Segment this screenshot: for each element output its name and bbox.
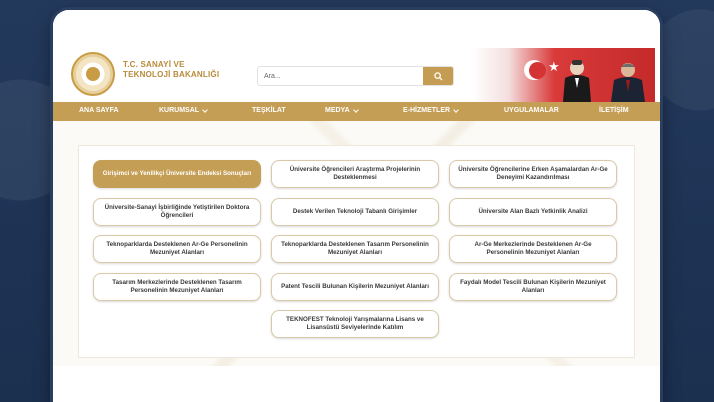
nav-item-teskilat[interactable]: TEŞKİLAT [252, 107, 286, 114]
nav-item-label: UYGULAMALAR [504, 107, 559, 114]
star-icon: ★ [548, 59, 560, 74]
report-card-arge-merkezleri[interactable]: Ar-Ge Merkezlerinde Desteklenen Ar-Ge Pe… [449, 235, 617, 263]
report-card-patent-tescili[interactable]: Patent Tescili Bulunan Kişilerin Mezuniy… [271, 273, 439, 301]
report-card-teknofest[interactable]: TEKNOFEST Teknoloji Yarışmalarına Lisans… [271, 310, 439, 338]
report-card-arastirma-projeleri[interactable]: Üniversite Öğrencileri Araştırma Projele… [271, 160, 439, 188]
report-card-teknoloji-girisimleri[interactable]: Destek Verilen Teknoloji Tabanlı Girişim… [271, 198, 439, 226]
nav-item-medya[interactable]: MEDYA [325, 106, 359, 114]
page: T.C. SANAYİ VE TEKNOLOJİ BAKANLIĞI ★ [53, 10, 660, 402]
report-card-tasarim-merkezleri[interactable]: Tasarım Merkezlerinde Desteklenen Tasarı… [93, 273, 261, 301]
report-card-faydali-model[interactable]: Faydalı Model Tescili Bulunan Kişilerin … [449, 273, 617, 301]
main-nav: ANA SAYFA KURUMSAL TEŞKİLAT MEDYA E-HİZM… [53, 102, 660, 121]
nav-item-label: İLETİŞİM [599, 107, 629, 114]
search-icon [433, 71, 443, 81]
report-card-erken-asama-arge[interactable]: Üniversite Öğrencilerine Erken Aşamalard… [449, 160, 617, 188]
nav-item-label: KURUMSAL [159, 107, 200, 114]
nav-item-label: E-HİZMETLER [403, 107, 451, 114]
search-input[interactable] [258, 67, 423, 85]
brand-line-1: T.C. SANAYİ VE [123, 60, 185, 69]
chevron-down-icon [202, 106, 208, 113]
nav-item-kurumsal[interactable]: KURUMSAL [159, 106, 208, 114]
chevron-down-icon [352, 106, 359, 113]
nav-item-label: ANA SAYFA [79, 107, 119, 114]
header-banner-image: ★ [472, 48, 655, 102]
report-card-yetkinlik-analizi[interactable]: Üniversite Alan Bazlı Yetkinlik Analizi [449, 198, 617, 226]
page-footer [53, 366, 660, 402]
crescent-icon [524, 60, 546, 80]
nav-item-uygulamalar[interactable]: UYGULAMALAR [504, 107, 559, 114]
ministry-logo-icon[interactable] [71, 52, 115, 96]
chevron-down-icon [453, 106, 459, 113]
nav-item-iletisim[interactable]: İLETİŞİM [599, 107, 629, 114]
nav-item-label: TEŞKİLAT [252, 107, 286, 114]
report-card-teknopark-arge[interactable]: Teknoparklarda Desteklenen Ar-Ge Persone… [93, 235, 261, 263]
report-card-endeks-sonuclari[interactable]: Girişimci ve Yenilikçi Üniversite Endeks… [93, 160, 261, 188]
site-header: T.C. SANAYİ VE TEKNOLOJİ BAKANLIĞI ★ [53, 10, 660, 102]
portrait-figure-1 [563, 60, 591, 102]
nav-item-e-hizmetler[interactable]: E-HİZMETLER [403, 106, 459, 114]
nav-item-ana-sayfa[interactable]: ANA SAYFA [79, 107, 119, 114]
search-bar [257, 66, 454, 86]
nav-item-label: MEDYA [325, 107, 350, 114]
brand-title[interactable]: T.C. SANAYİ VE TEKNOLOJİ BAKANLIĞI [123, 60, 233, 80]
search-button[interactable] [423, 67, 453, 85]
portrait-figure-2 [611, 63, 645, 102]
report-card-teknopark-tasarim[interactable]: Teknoparklarda Desteklenen Tasarım Perso… [271, 235, 439, 263]
report-card-doktora-ogrencileri[interactable]: Üniversite-Sanayi İşbirliğinde Yetiştiri… [93, 198, 261, 226]
browser-window: T.C. SANAYİ VE TEKNOLOJİ BAKANLIĞI ★ [53, 10, 660, 402]
brand-line-2: TEKNOLOJİ BAKANLIĞI [123, 70, 220, 79]
